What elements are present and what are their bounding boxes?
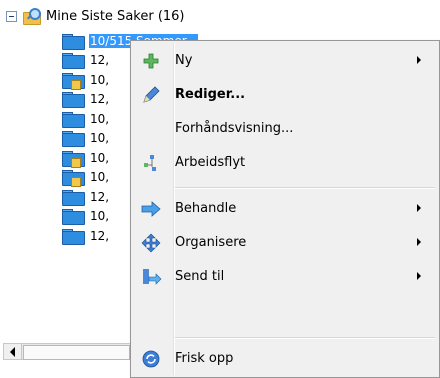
submenu-arrow-icon: [417, 56, 421, 64]
folder-icon: [62, 208, 85, 226]
tree-header-label: Mine Siste Saker (16): [46, 8, 185, 24]
organize-icon: [139, 233, 163, 253]
submenu-arrow-icon: [417, 272, 421, 280]
menu-item-label: Arbeidsflyt: [175, 155, 246, 170]
locked-folder-icon: [62, 72, 85, 90]
workflow-icon: [139, 153, 163, 173]
search-folder-icon: [21, 7, 43, 25]
menu-item-label: Rediger...: [175, 87, 246, 102]
folder-icon: [62, 33, 85, 50]
process-arrow-icon: [139, 199, 163, 219]
menu-item-rediger[interactable]: Rediger...: [133, 79, 437, 110]
context-menu: Ny Rediger... Forhåndsvisning... Arbeids…: [130, 40, 440, 378]
locked-folder-icon: [62, 150, 85, 168]
tree-header[interactable]: Mine Siste Saker (16): [6, 6, 185, 26]
scroll-thumb[interactable]: [23, 345, 130, 360]
menu-item-label: Frisk opp: [175, 351, 234, 366]
menu-item-behandle[interactable]: Behandle: [133, 193, 437, 224]
tree-item-label: 10,: [90, 170, 110, 185]
tree-item-label: 10,: [90, 111, 110, 126]
menu-item-label: Forhåndsvisning...: [175, 121, 294, 136]
tree-item-label: 12,: [90, 228, 110, 243]
menu-item-label: Ny: [175, 53, 193, 68]
collapse-icon[interactable]: [6, 10, 17, 22]
menu-separator: [175, 337, 435, 339]
tree-item-label: 10,: [90, 150, 110, 165]
menu-item-send-til[interactable]: Send til: [133, 261, 437, 292]
folder-icon: [62, 189, 85, 206]
folder-icon: [62, 52, 85, 70]
folder-icon: [62, 228, 85, 245]
new-plus-icon: [139, 51, 163, 71]
tree-item-label: 10,: [90, 131, 110, 146]
tree-item-label: 10,: [90, 209, 110, 224]
submenu-arrow-icon: [417, 204, 421, 212]
menu-separator: [175, 187, 435, 189]
folder-icon: [62, 111, 85, 128]
menu-item-label: Behandle: [175, 201, 237, 216]
horizontal-scrollbar[interactable]: [3, 343, 139, 360]
locked-folder-icon: [62, 169, 85, 188]
tree-item-label: 12,: [90, 92, 110, 107]
arrow-left-icon: [10, 346, 15, 357]
tree-item-label: 12,: [90, 53, 110, 68]
menu-item-arbeidsflyt[interactable]: Arbeidsflyt: [133, 147, 437, 178]
folder-icon: [62, 91, 85, 109]
refresh-icon: [139, 349, 163, 369]
menu-item-label: Send til: [175, 269, 225, 284]
send-to-icon: [139, 267, 163, 287]
menu-item-forhandsvisning[interactable]: Forhåndsvisning...: [133, 113, 437, 144]
pencil-icon: [139, 85, 163, 105]
menu-item-label: Organisere: [175, 235, 247, 250]
scroll-left-button[interactable]: [4, 344, 22, 359]
menu-item-organisere[interactable]: Organisere: [133, 227, 437, 258]
tree-item-label: 10,: [90, 72, 110, 87]
submenu-arrow-icon: [417, 238, 421, 246]
menu-item-frisk-opp[interactable]: Frisk opp: [133, 343, 437, 374]
tree-item-label: 12,: [90, 189, 110, 204]
folder-icon: [62, 130, 85, 148]
menu-item-ny[interactable]: Ny: [133, 45, 437, 76]
